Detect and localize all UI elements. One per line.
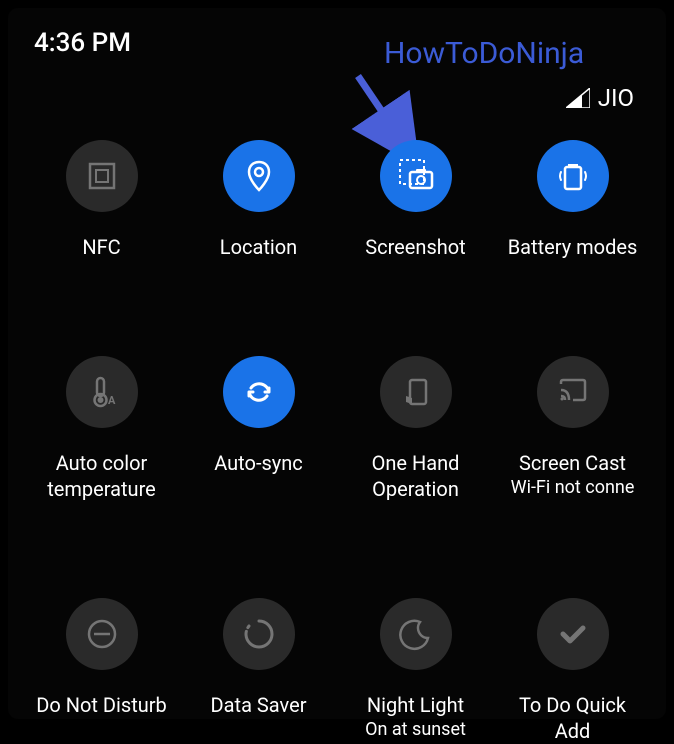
one-hand-icon bbox=[380, 356, 452, 428]
tile-screen-cast[interactable]: Screen Cast Wi-Fi not conne bbox=[499, 356, 646, 502]
tile-auto-sync[interactable]: Auto-sync bbox=[185, 356, 332, 502]
tile-dnd[interactable]: Do Not Disturb bbox=[28, 598, 175, 744]
tile-label: One Hand Operation bbox=[372, 450, 460, 502]
tile-label: Night Light bbox=[367, 692, 464, 718]
tile-label: Auto color temperature bbox=[47, 450, 156, 502]
thermometer-icon: A bbox=[66, 356, 138, 428]
tile-label: Do Not Disturb bbox=[36, 692, 167, 718]
svg-text:A: A bbox=[108, 394, 116, 407]
tile-auto-color-temp[interactable]: A Auto color temperature bbox=[28, 356, 175, 502]
tile-data-saver[interactable]: Data Saver bbox=[185, 598, 332, 744]
moon-icon bbox=[380, 598, 452, 670]
tile-sublabel: On at sunset bbox=[365, 718, 466, 741]
tile-label: Screen Cast bbox=[519, 450, 626, 476]
tile-one-hand[interactable]: One Hand Operation bbox=[342, 356, 489, 502]
quick-settings-tiles: NFC Location bbox=[28, 140, 646, 744]
sync-icon bbox=[223, 356, 295, 428]
signal-icon bbox=[566, 88, 590, 108]
tile-label: Screenshot bbox=[365, 234, 465, 260]
tile-label: Battery modes bbox=[508, 234, 638, 260]
carrier-label: JIO bbox=[598, 84, 634, 112]
status-right: JIO bbox=[566, 84, 634, 112]
tile-label: Location bbox=[220, 234, 297, 260]
tile-label: NFC bbox=[82, 234, 120, 260]
tile-battery-modes[interactable]: Battery modes bbox=[499, 140, 646, 260]
tile-sublabel: Wi-Fi not conne bbox=[511, 476, 635, 499]
tile-label: Data Saver bbox=[211, 692, 307, 718]
watermark-text: HowToDoNinja bbox=[384, 36, 584, 71]
location-icon bbox=[223, 140, 295, 212]
battery-icon bbox=[537, 140, 609, 212]
check-icon bbox=[537, 598, 609, 670]
dnd-icon bbox=[66, 598, 138, 670]
tile-screenshot[interactable]: Screenshot bbox=[342, 140, 489, 260]
data-saver-icon bbox=[223, 598, 295, 670]
screenshot-icon bbox=[380, 140, 452, 212]
cast-icon bbox=[537, 356, 609, 428]
status-time: 4:36 PM bbox=[34, 28, 131, 58]
tile-label: Auto-sync bbox=[214, 450, 303, 476]
tile-nfc[interactable]: NFC bbox=[28, 140, 175, 260]
tile-label: To Do Quick Add bbox=[519, 692, 626, 744]
tile-todo-quick-add[interactable]: To Do Quick Add bbox=[499, 598, 646, 744]
tile-night-light[interactable]: Night Light On at sunset bbox=[342, 598, 489, 744]
nfc-icon bbox=[66, 140, 138, 212]
tile-location[interactable]: Location bbox=[185, 140, 332, 260]
